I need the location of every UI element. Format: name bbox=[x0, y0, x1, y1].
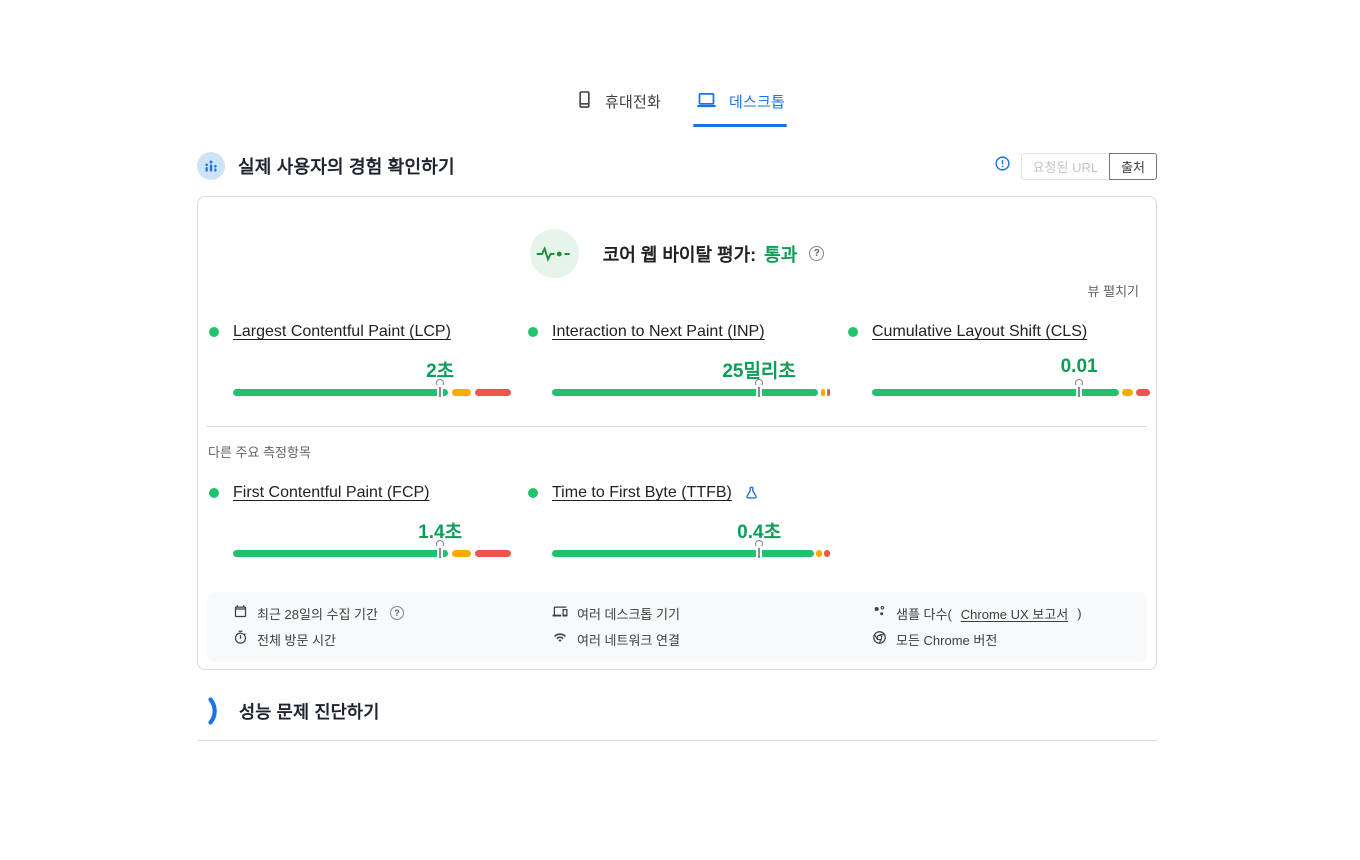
section-divider bbox=[197, 740, 1157, 741]
metric-lcp: Largest Contentful Paint (LCP) 2초 bbox=[233, 323, 511, 396]
bar-segment-green bbox=[552, 550, 814, 557]
stopwatch-icon bbox=[233, 630, 248, 648]
cwv-assessment-title: 코어 웹 바이탈 평가: 통과 ? bbox=[603, 241, 825, 267]
devices-icon bbox=[552, 604, 568, 622]
wifi-icon bbox=[552, 631, 568, 647]
sample-item: 샘플 다수( Chrome UX 보고서) bbox=[872, 604, 1082, 622]
footnote-col-1: 최근 28일의 수집 기간 ? 전체 방문 시간 bbox=[233, 604, 404, 648]
metric-status-dot bbox=[209, 327, 219, 337]
metric-status-dot bbox=[848, 327, 858, 337]
desktop-icon bbox=[695, 89, 718, 115]
metric-fcp: First Contentful Paint (FCP) 1.4초 bbox=[233, 484, 511, 557]
devices-text: 여러 데스크톱 기기 bbox=[577, 604, 680, 623]
metric-distribution-bar bbox=[872, 389, 1150, 396]
header-controls: 요청된 URL 출처 bbox=[994, 153, 1157, 180]
active-tab-underline bbox=[693, 124, 787, 128]
help-icon[interactable]: ? bbox=[809, 246, 824, 261]
metric-label-link[interactable]: Largest Contentful Paint (LCP) bbox=[233, 323, 451, 341]
gauge-arc-icon bbox=[208, 697, 221, 725]
bar-marker bbox=[755, 540, 763, 548]
visit-durations-item: 전체 방문 시간 bbox=[233, 630, 404, 648]
smartphone-icon bbox=[575, 89, 594, 115]
metric-ttfb: Time to First Byte (TTFB) 0.4초 bbox=[552, 484, 830, 557]
bar-segment-red bbox=[475, 389, 511, 396]
metric-label-link[interactable]: First Contentful Paint (FCP) bbox=[233, 484, 430, 502]
network-item: 여러 네트워크 연결 bbox=[552, 630, 680, 648]
metric-status-dot bbox=[528, 327, 538, 337]
sample-suffix: ) bbox=[1077, 606, 1081, 621]
bar-marker bbox=[436, 540, 444, 548]
bar-segment-red bbox=[824, 550, 830, 557]
metric-cls: Cumulative Layout Shift (CLS) 0.01 bbox=[872, 323, 1150, 396]
footnote-col-2: 여러 데스크톱 기기 여러 네트워크 연결 bbox=[552, 604, 680, 648]
metric-distribution-bar bbox=[233, 389, 511, 396]
device-tabs: 휴대전화 데스크톱 bbox=[573, 88, 787, 127]
metric-distribution-bar bbox=[552, 389, 830, 396]
expand-view-link[interactable]: 뷰 펼치기 bbox=[1088, 281, 1139, 300]
metric-status-dot bbox=[209, 488, 219, 498]
metric-label-link[interactable]: Time to First Byte (TTFB) bbox=[552, 484, 732, 502]
info-icon[interactable] bbox=[994, 155, 1011, 177]
bar-segment-red bbox=[1136, 389, 1150, 396]
bar-marker bbox=[755, 379, 763, 387]
collection-period-text: 최근 28일의 수집 기간 bbox=[257, 604, 378, 623]
url-origin-toggle: 요청된 URL 출처 bbox=[1021, 153, 1157, 180]
bar-marker bbox=[1075, 379, 1083, 387]
visit-durations-text: 전체 방문 시간 bbox=[257, 630, 336, 649]
other-metrics-label: 다른 주요 측정항목 bbox=[208, 442, 311, 461]
section-title: 실제 사용자의 경험 확인하기 bbox=[238, 153, 455, 179]
footnote-col-3: 샘플 다수( Chrome UX 보고서) 모든 Chrome 버전 bbox=[872, 604, 1082, 648]
calendar-icon bbox=[233, 604, 248, 622]
requested-url-button[interactable]: 요청된 URL bbox=[1021, 153, 1111, 180]
diagnose-section-header[interactable]: 성능 문제 진단하기 bbox=[197, 692, 1157, 730]
metric-distribution-bar bbox=[233, 550, 511, 557]
field-data-header: 실제 사용자의 경험 확인하기 요청된 URL 출처 bbox=[197, 146, 1157, 186]
collection-period-item: 최근 28일의 수집 기간 ? bbox=[233, 604, 404, 622]
metric-distribution-bar bbox=[552, 550, 830, 557]
chrome-versions-text: 모든 Chrome 버전 bbox=[896, 630, 997, 649]
bar-segment-yellow bbox=[1122, 389, 1133, 396]
experimental-flask-icon[interactable] bbox=[744, 485, 759, 501]
bar-marker bbox=[436, 379, 444, 387]
pulse-icon bbox=[530, 229, 579, 278]
card-divider bbox=[207, 426, 1147, 427]
bar-segment-red bbox=[475, 550, 511, 557]
cwv-assessment-header: 코어 웹 바이탈 평가: 통과 ? bbox=[198, 229, 1156, 278]
core-web-vitals-card: 코어 웹 바이탈 평가: 통과 ? 뷰 펼치기 Largest Contentf… bbox=[197, 196, 1157, 670]
metric-inp: Interaction to Next Paint (INP) 25밀리초 bbox=[552, 323, 830, 396]
bar-segment-yellow bbox=[821, 389, 826, 396]
devices-item: 여러 데스크톱 기기 bbox=[552, 604, 680, 622]
bar-segment-yellow bbox=[452, 550, 472, 557]
samples-icon bbox=[872, 604, 887, 622]
chrome-icon bbox=[872, 630, 887, 648]
real-users-icon bbox=[197, 152, 225, 180]
metric-value: 0.01 bbox=[1061, 356, 1098, 378]
bar-segment-yellow bbox=[816, 550, 822, 557]
tab-desktop[interactable]: 데스크톱 bbox=[693, 88, 787, 127]
crux-report-link[interactable]: Chrome UX 보고서 bbox=[961, 604, 1068, 623]
bar-segment-yellow bbox=[452, 389, 472, 396]
tab-mobile-label: 휴대전화 bbox=[605, 91, 661, 112]
bar-segment-red bbox=[827, 389, 830, 396]
origin-button[interactable]: 출처 bbox=[1109, 153, 1157, 180]
network-text: 여러 네트워크 연결 bbox=[577, 630, 680, 649]
bar-segment-green bbox=[552, 389, 818, 396]
metric-label-link[interactable]: Interaction to Next Paint (INP) bbox=[552, 323, 765, 341]
diagnose-title: 성능 문제 진단하기 bbox=[239, 699, 380, 724]
chrome-versions-item: 모든 Chrome 버전 bbox=[872, 630, 1082, 648]
bar-segment-green bbox=[233, 389, 448, 396]
sample-prefix: 샘플 다수( bbox=[896, 604, 952, 623]
bar-segment-green bbox=[233, 550, 448, 557]
data-collection-footnote: 최근 28일의 수집 기간 ? 전체 방문 시간 여러 데스크톱 기기 bbox=[207, 592, 1147, 662]
metric-status-dot bbox=[528, 488, 538, 498]
tab-desktop-label: 데스크톱 bbox=[729, 91, 785, 112]
tab-mobile[interactable]: 휴대전화 bbox=[573, 88, 663, 127]
bar-segment-green bbox=[872, 389, 1119, 396]
help-icon[interactable]: ? bbox=[390, 606, 404, 620]
cwv-assessment-value: 통과 bbox=[764, 241, 797, 267]
metric-label-link[interactable]: Cumulative Layout Shift (CLS) bbox=[872, 323, 1087, 341]
pagespeed-insights-page: 휴대전화 데스크톱 실제 사용자의 경험 확인하기 요청된 URL 출처 bbox=[0, 0, 1360, 860]
cwv-assessment-label: 코어 웹 바이탈 평가: bbox=[603, 241, 756, 267]
